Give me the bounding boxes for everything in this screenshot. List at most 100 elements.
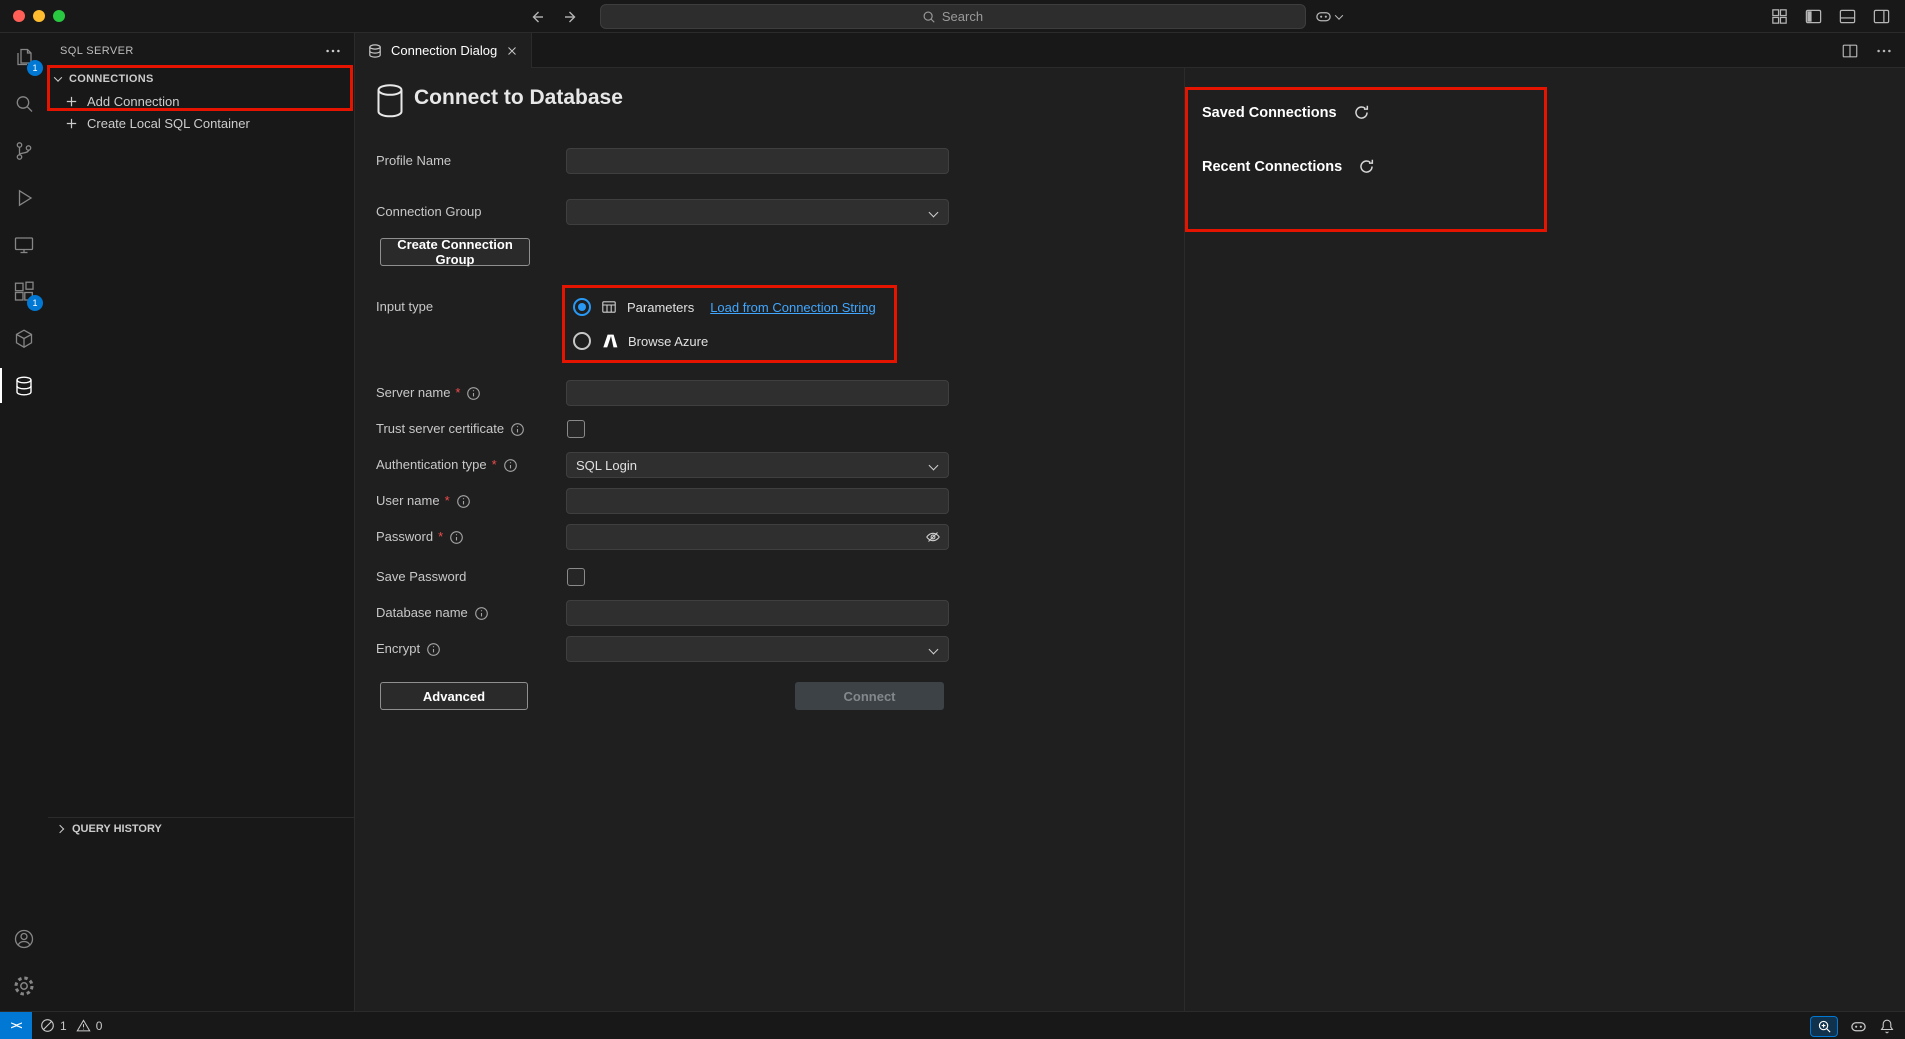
server-name-row: Server name * [355, 380, 1905, 406]
connection-group-select[interactable] [566, 199, 949, 225]
customize-layout-icon[interactable] [1770, 7, 1789, 26]
required-asterisk: * [445, 488, 450, 514]
browse-azure-radio[interactable] [573, 332, 591, 350]
auth-type-value: SQL Login [576, 458, 637, 473]
save-password-row: Save Password [355, 564, 1905, 590]
bell-icon[interactable] [1879, 1018, 1895, 1034]
close-icon[interactable] [505, 44, 519, 58]
server-name-input[interactable] [566, 380, 949, 406]
remote-glyph: >< [11, 1020, 22, 1032]
chevron-down-icon [1334, 11, 1342, 19]
save-password-checkbox[interactable] [567, 568, 585, 586]
copilot-icon [1315, 8, 1332, 25]
info-icon[interactable] [474, 606, 489, 621]
activity-explorer[interactable]: 1 [0, 33, 48, 80]
azure-icon [601, 333, 618, 349]
activity-containers[interactable] [0, 315, 48, 362]
database-name-input[interactable] [566, 600, 949, 626]
refresh-icon[interactable] [1353, 104, 1370, 121]
encrypt-row: Encrypt [355, 636, 1905, 662]
refresh-icon[interactable] [1358, 158, 1375, 175]
maximize-window-button[interactable] [53, 10, 65, 22]
activity-run-debug[interactable] [0, 174, 48, 221]
toggle-primary-sidebar-icon[interactable] [1804, 7, 1823, 26]
browse-azure-label: Browse Azure [628, 334, 708, 349]
plus-icon [64, 116, 79, 131]
copilot-menu-button[interactable] [1315, 0, 1342, 33]
search-placeholder: Search [942, 9, 983, 24]
advanced-button[interactable]: Advanced [380, 682, 528, 710]
editor-actions [1841, 33, 1893, 68]
activity-search[interactable] [0, 80, 48, 127]
remote-indicator[interactable]: >< [0, 1012, 32, 1039]
info-icon[interactable] [449, 530, 464, 545]
activity-extensions[interactable]: 1 [0, 268, 48, 315]
auth-type-select[interactable]: SQL Login [566, 452, 949, 478]
more-actions-icon[interactable] [324, 42, 342, 60]
minimize-window-button[interactable] [33, 10, 45, 22]
database-name-label: Database name [376, 600, 468, 626]
required-asterisk: * [438, 524, 443, 550]
connection-dialog-tab-icon [367, 43, 383, 59]
encrypt-select[interactable] [566, 636, 949, 662]
activity-settings[interactable] [0, 962, 48, 1009]
error-icon [40, 1018, 55, 1033]
back-icon[interactable] [528, 8, 546, 26]
sidebar-header: SQL SERVER [48, 33, 354, 68]
password-input[interactable] [566, 524, 949, 550]
cube-icon [12, 327, 36, 351]
required-asterisk: * [492, 452, 497, 478]
activity-sql-server[interactable] [0, 362, 48, 409]
connection-group-row: Connection Group [355, 199, 1905, 225]
activity-source-control[interactable] [0, 127, 48, 174]
parameters-radio[interactable] [573, 298, 591, 316]
saved-connections-title: Saved Connections [1202, 105, 1337, 121]
close-window-button[interactable] [13, 10, 25, 22]
create-local-sql-container-label: Create Local SQL Container [87, 116, 250, 131]
info-icon[interactable] [426, 642, 441, 657]
toggle-secondary-sidebar-icon[interactable] [1872, 7, 1891, 26]
connection-group-label: Connection Group [376, 199, 482, 225]
create-local-sql-container-item[interactable]: Create Local SQL Container [48, 112, 354, 134]
more-actions-icon[interactable] [1875, 42, 1893, 60]
profile-name-row: Profile Name [355, 148, 1905, 174]
info-icon[interactable] [503, 458, 518, 473]
connect-button[interactable]: Connect [795, 682, 944, 710]
activity-remote-explorer[interactable] [0, 221, 48, 268]
browse-azure-option-row: Browse Azure [573, 328, 708, 354]
chevron-down-icon [929, 461, 939, 471]
user-name-input[interactable] [566, 488, 949, 514]
info-icon[interactable] [510, 422, 525, 437]
chevron-down-icon [929, 208, 939, 218]
problems-status[interactable]: 1 0 [40, 1018, 102, 1033]
connections-section-header[interactable]: CONNECTIONS [48, 68, 354, 90]
explorer-badge: 1 [27, 60, 43, 76]
server-name-label: Server name [376, 380, 450, 406]
load-connection-string-link[interactable]: Load from Connection String [710, 300, 875, 315]
copilot-icon[interactable] [1850, 1018, 1867, 1035]
add-connection-item[interactable]: Add Connection [48, 90, 354, 112]
create-connection-group-button[interactable]: Create Connection Group [380, 238, 530, 266]
database-name-row: Database name [355, 600, 1905, 626]
toggle-panel-icon[interactable] [1838, 7, 1857, 26]
database-icon [12, 374, 36, 398]
eye-off-icon[interactable] [925, 529, 941, 545]
info-icon[interactable] [456, 494, 471, 509]
forward-icon[interactable] [562, 8, 580, 26]
tab-connection-dialog[interactable]: Connection Dialog [355, 33, 532, 68]
activity-accounts[interactable] [0, 915, 48, 962]
required-asterisk: * [455, 380, 460, 406]
profile-name-input[interactable] [566, 148, 949, 174]
info-icon[interactable] [466, 386, 481, 401]
split-editor-icon[interactable] [1841, 42, 1859, 60]
extensions-badge: 1 [27, 295, 43, 311]
zoom-status-item[interactable] [1810, 1016, 1838, 1037]
chevron-down-icon [929, 645, 939, 655]
recent-connections-header: Recent Connections [1202, 158, 1375, 175]
query-history-section-header[interactable]: QUERY HISTORY [48, 817, 354, 839]
user-name-row: User name * [355, 488, 1905, 514]
search-input[interactable]: Search [600, 4, 1306, 29]
trust-cert-checkbox[interactable] [567, 420, 585, 438]
error-count: 1 [60, 1019, 67, 1033]
password-input-wrap [566, 524, 949, 550]
